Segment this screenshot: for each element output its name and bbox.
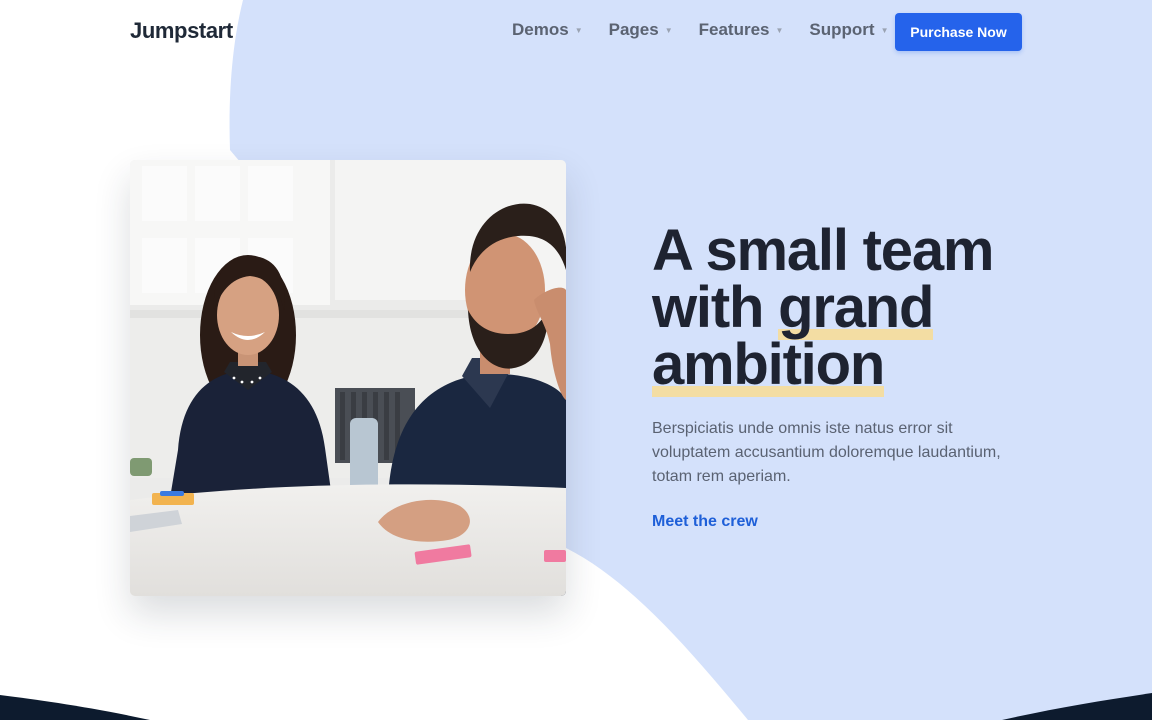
caret-down-icon: ▼ xyxy=(574,25,583,35)
nav-item-label: Support xyxy=(809,20,875,39)
footer-wave-left xyxy=(0,695,150,720)
caret-down-icon: ▼ xyxy=(664,25,673,35)
hero-headline: A small team with grand ambition xyxy=(652,222,1032,397)
brand-logo[interactable]: Jumpstart xyxy=(130,18,233,44)
headline-highlight-ambition: ambition xyxy=(652,332,885,397)
main-nav: Demos ▼ Pages ▼ Features ▼ Support ▼ xyxy=(512,20,889,40)
top-navbar: Jumpstart Demos ▼ Pages ▼ Features ▼ Sup… xyxy=(0,0,1152,64)
purchase-now-button[interactable]: Purchase Now xyxy=(895,13,1022,51)
hero-section: A small team with grand ambition Berspic… xyxy=(652,222,1032,531)
nav-item-pages[interactable]: Pages ▼ xyxy=(609,20,673,40)
nav-item-features[interactable]: Features ▼ xyxy=(699,20,784,40)
team-photo xyxy=(130,160,566,596)
headline-highlight-grand: grand xyxy=(778,275,934,340)
nav-item-label: Demos xyxy=(512,20,569,39)
headline-line-2-pre: with xyxy=(652,275,779,340)
team-photo-illustration xyxy=(130,160,566,596)
hero-description: Berspiciatis unde omnis iste natus error… xyxy=(652,420,1001,485)
caret-down-icon: ▼ xyxy=(775,25,784,35)
headline-line-1: A small team xyxy=(652,218,994,283)
nav-item-demos[interactable]: Demos ▼ xyxy=(512,20,583,40)
nav-item-support[interactable]: Support ▼ xyxy=(809,20,888,40)
nav-item-label: Pages xyxy=(608,20,659,39)
meet-the-crew-link[interactable]: Meet the crew xyxy=(652,513,758,531)
caret-down-icon: ▼ xyxy=(880,25,889,35)
nav-item-label: Features xyxy=(698,20,770,39)
